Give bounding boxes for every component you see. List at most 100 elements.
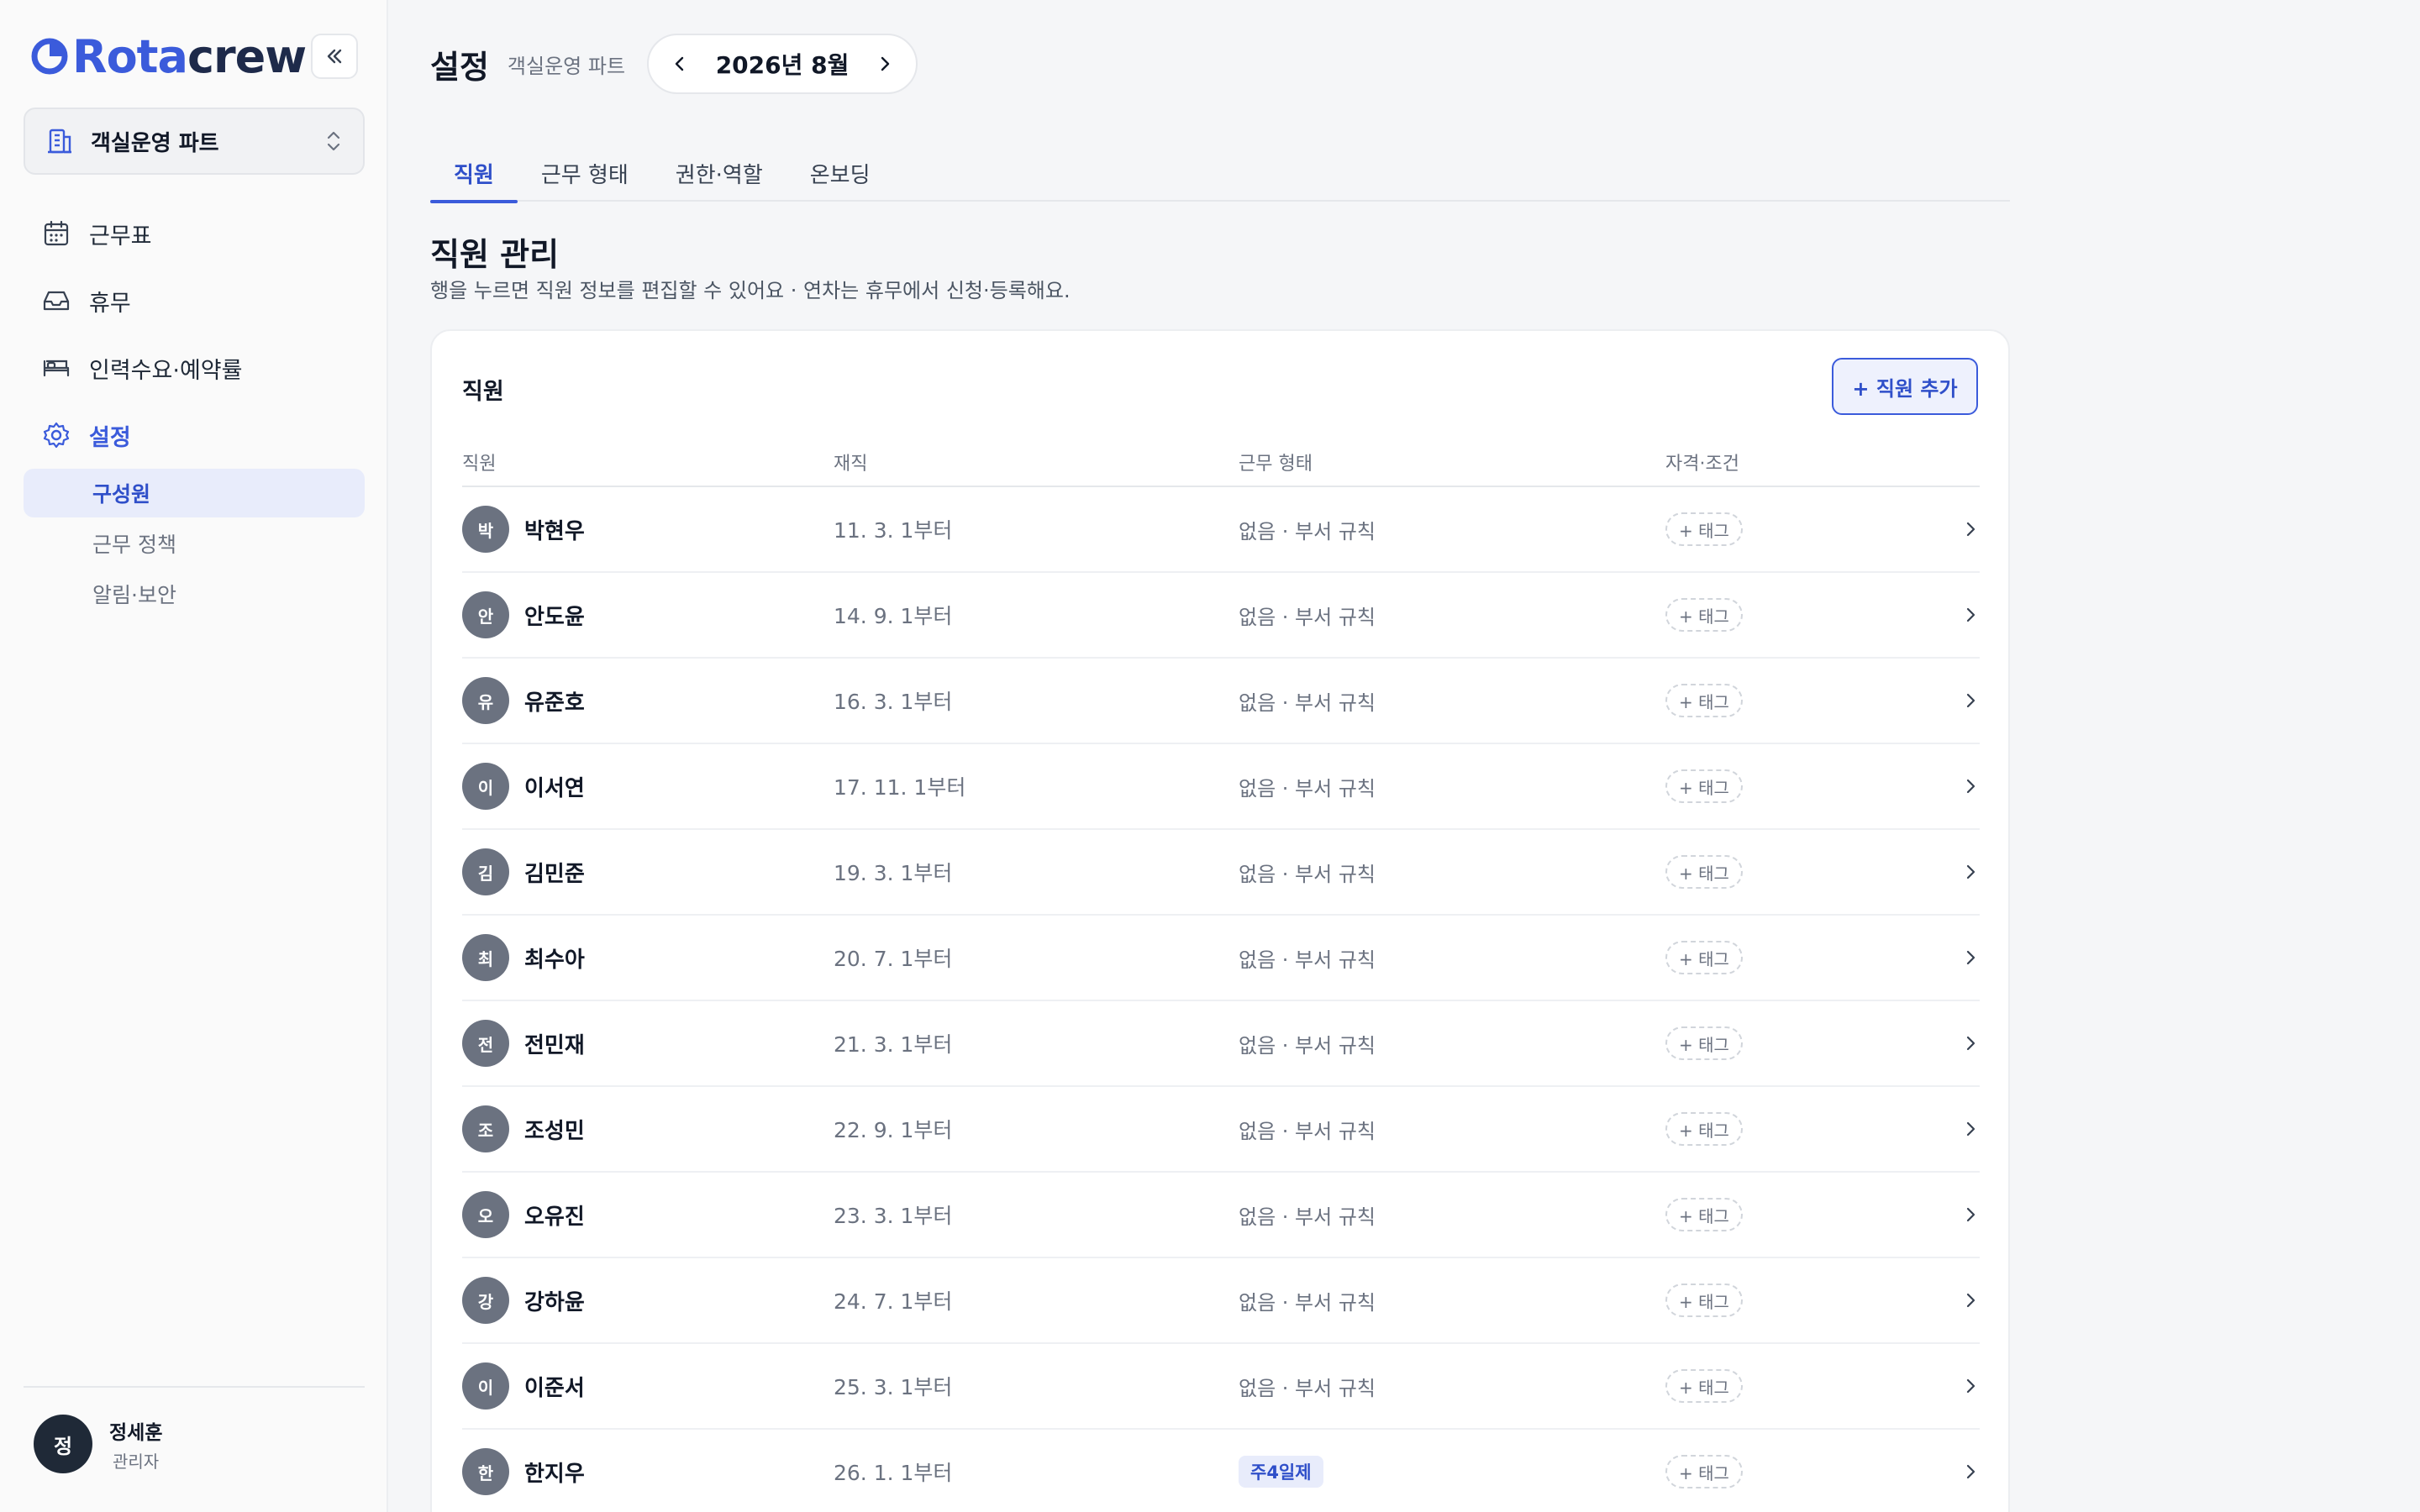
table-row[interactable]: 김 김민준 19. 3. 1부터 없음 · 부서 규칙 + 태그 (462, 830, 1980, 916)
calendar-icon (44, 220, 69, 246)
column-header-work-type[interactable]: 근무 형태 (1239, 449, 1665, 475)
employee-cell: 오 오유진 (462, 1191, 834, 1238)
add-tag-button[interactable]: + 태그 (1665, 1284, 1743, 1317)
table-header: 직원 재직 근무 형태 자격·조건 (462, 438, 1980, 487)
add-tag-button[interactable]: + 태그 (1665, 1112, 1743, 1146)
work-type-badge: 주4일제 (1239, 1456, 1323, 1488)
qualification-cell: + 태그 (1665, 1369, 1943, 1403)
qualification-cell: + 태그 (1665, 769, 1943, 803)
sidebar-item-label: 근무표 (89, 223, 152, 249)
table-row[interactable]: 조 조성민 22. 9. 1부터 없음 · 부서 규칙 + 태그 (462, 1087, 1980, 1173)
work-type-text: 없음 · 부서 규칙 (1239, 1290, 1376, 1315)
sidebar-item-dayoff[interactable]: 휴무 (24, 267, 365, 334)
qualification-cell: + 태그 (1665, 1198, 1943, 1231)
tab-employees[interactable]: 직원 (430, 144, 518, 203)
chevron-right-icon (1966, 1207, 1975, 1222)
sidebar-item-settings[interactable]: 설정 (24, 402, 365, 469)
table-row[interactable]: 이 이서연 17. 11. 1부터 없음 · 부서 규칙 + 태그 (462, 744, 1980, 830)
employee-name: 김민준 (524, 861, 585, 887)
chevron-right-icon (1966, 607, 1975, 622)
table-row[interactable]: 오 오유진 23. 3. 1부터 없음 · 부서 규칙 + 태그 (462, 1173, 1980, 1258)
add-employee-button[interactable]: + 직원 추가 (1832, 358, 1978, 415)
add-tag-button[interactable]: + 태그 (1665, 1026, 1743, 1060)
table-row[interactable]: 전 전민재 21. 3. 1부터 없음 · 부서 규칙 + 태그 (462, 1001, 1980, 1087)
sidebar-nav: 근무표 휴무 인력수요·예약률 설정 구성원 근무 정책 알림·보안 (24, 200, 365, 620)
page-title: 설정 (430, 48, 489, 86)
employee-cell: 최 최수아 (462, 934, 834, 981)
section-description: 행을 누르면 직원 정보를 편집할 수 있어요 · 연차는 휴무에서 신청·등록… (430, 279, 1071, 302)
add-tag-button[interactable]: + 태그 (1665, 855, 1743, 889)
column-header-employee[interactable]: 직원 (462, 449, 834, 475)
table-row[interactable]: 최 최수아 20. 7. 1부터 없음 · 부서 규칙 + 태그 (462, 916, 1980, 1001)
add-tag-button[interactable]: + 태그 (1665, 1369, 1743, 1403)
subnav-item-notify-security[interactable]: 알림·보안 (24, 570, 365, 618)
double-chevron-left-icon (327, 49, 342, 64)
chevron-left-icon[interactable] (669, 53, 691, 75)
employee-cell: 전 전민재 (462, 1020, 834, 1067)
avatar: 안 (462, 591, 509, 638)
qualification-cell: + 태그 (1665, 855, 1943, 889)
tenure-cell: 11. 3. 1부터 (834, 518, 953, 543)
work-type-text: 없음 · 부서 규칙 (1239, 948, 1376, 972)
table-row[interactable]: 안 안도윤 14. 9. 1부터 없음 · 부서 규칙 + 태그 (462, 573, 1980, 659)
chevron-right-icon (1966, 1036, 1975, 1051)
chevron-right-icon[interactable] (874, 53, 896, 75)
avatar: 전 (462, 1020, 509, 1067)
row-arrow (1943, 691, 1980, 710)
employee-cell: 박 박현우 (462, 506, 834, 553)
avatar: 조 (462, 1105, 509, 1152)
brand-logo[interactable]: Rotacrew (30, 29, 307, 83)
org-selector[interactable]: 객실운영 파트 (24, 108, 365, 175)
brand-name-part1: Rota (72, 29, 188, 83)
user-profile[interactable]: 정 정세훈 관리자 (34, 1415, 162, 1473)
table-row[interactable]: 강 강하윤 24. 7. 1부터 없음 · 부서 규칙 + 태그 (462, 1258, 1980, 1344)
user-role: 관리자 (113, 1451, 160, 1472)
qualification-cell: + 태그 (1665, 1112, 1943, 1146)
subnav-item-members[interactable]: 구성원 (24, 469, 365, 517)
row-arrow (1943, 520, 1980, 538)
qualification-cell: + 태그 (1665, 684, 1943, 717)
work-type-cell: 없음 · 부서 규칙 (1239, 1372, 1665, 1401)
column-header-qualification[interactable]: 자격·조건 (1665, 449, 1943, 475)
add-tag-button[interactable]: + 태그 (1665, 512, 1743, 546)
add-tag-button[interactable]: + 태그 (1665, 941, 1743, 974)
employee-name: 오유진 (524, 1204, 585, 1230)
tab-work-types[interactable]: 근무 형태 (518, 144, 652, 202)
employee-name: 이준서 (524, 1375, 585, 1401)
add-tag-button[interactable]: + 태그 (1665, 1455, 1743, 1488)
add-tag-button[interactable]: + 태그 (1665, 1198, 1743, 1231)
work-type-text: 없음 · 부서 규칙 (1239, 690, 1376, 715)
employee-name: 유준호 (524, 690, 585, 716)
avatar: 이 (462, 763, 509, 810)
tab-onboarding[interactable]: 온보딩 (786, 144, 894, 202)
row-arrow (1943, 1377, 1980, 1395)
building-icon (48, 129, 71, 154)
logo-mark-icon (31, 38, 68, 75)
work-type-text: 없음 · 부서 규칙 (1239, 1376, 1376, 1400)
add-tag-button[interactable]: + 태그 (1665, 684, 1743, 717)
month-navigator: 2026년 8월 (647, 34, 918, 94)
section-title: 직원 관리 (430, 236, 560, 273)
qualification-cell: + 태그 (1665, 1455, 1943, 1488)
column-header-tenure[interactable]: 재직 (834, 449, 1239, 475)
tenure-cell: 25. 3. 1부터 (834, 1375, 953, 1399)
tab-permissions[interactable]: 권한·역할 (652, 144, 786, 202)
tenure-cell: 19. 3. 1부터 (834, 861, 953, 885)
add-tag-button[interactable]: + 태그 (1665, 598, 1743, 632)
row-arrow (1943, 606, 1980, 624)
collapse-sidebar-button[interactable] (311, 34, 358, 79)
brand-name: Rotacrew (72, 29, 307, 83)
add-tag-button[interactable]: + 태그 (1665, 769, 1743, 803)
bed-icon (43, 360, 70, 377)
table-row[interactable]: 한 한지우 26. 1. 1부터 주4일제 + 태그 (462, 1430, 1980, 1512)
subnav-item-work-policy[interactable]: 근무 정책 (24, 519, 365, 568)
employee-cell: 강 강하윤 (462, 1277, 834, 1324)
sidebar-item-demand[interactable]: 인력수요·예약률 (24, 334, 365, 402)
sidebar-item-schedule[interactable]: 근무표 (24, 200, 365, 267)
sidebar-item-label: 인력수요·예약률 (89, 357, 243, 384)
table-row[interactable]: 박 박현우 11. 3. 1부터 없음 · 부서 규칙 + 태그 (462, 487, 1980, 573)
gear-icon (43, 422, 70, 449)
table-row[interactable]: 유 유준호 16. 3. 1부터 없음 · 부서 규칙 + 태그 (462, 659, 1980, 744)
tenure-cell: 24. 7. 1부터 (834, 1289, 953, 1314)
table-row[interactable]: 이 이준서 25. 3. 1부터 없음 · 부서 규칙 + 태그 (462, 1344, 1980, 1430)
